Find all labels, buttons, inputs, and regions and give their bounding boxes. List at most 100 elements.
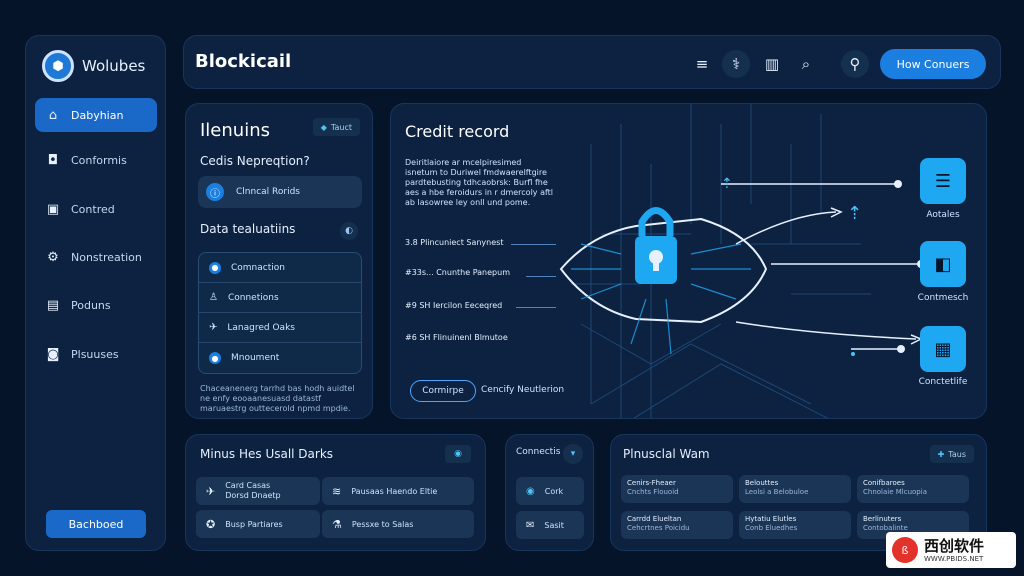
sidebar-item-conformis[interactable]: ◘ Conformis xyxy=(35,143,157,177)
feature-item: 3.8 Plincuniect Sanynest xyxy=(405,238,504,247)
svg-text:⇡: ⇡ xyxy=(847,203,862,224)
home-icon: ⌂ xyxy=(48,107,58,123)
row-label: Sasit xyxy=(544,520,564,530)
grid-cell[interactable]: Cenirs-Fheaer Cnchts Flouoid xyxy=(621,475,733,503)
card-item[interactable]: ✈ Card Casas Dorsd Dnaetp xyxy=(196,477,320,505)
menu-chip[interactable]: ◆ Tauct xyxy=(312,118,360,136)
settings-icon[interactable]: ◉ xyxy=(445,445,471,463)
card-label: Busp Partiares xyxy=(225,519,283,529)
expand-icon[interactable]: ◐ xyxy=(340,222,358,240)
gear-icon: ⚙ xyxy=(47,249,59,265)
hero-description: Deiritlaiore ar mcelpiresimed isnetum to… xyxy=(405,158,554,207)
cell-subtitle: Chnolaie Mlcuopia xyxy=(863,488,927,496)
bag-icon[interactable]: ◧ xyxy=(920,241,966,287)
sidebar-item-label: Plsuuses xyxy=(71,347,119,361)
card-item[interactable]: ⚗ Pessxe to Salas xyxy=(322,510,474,538)
logo-icon: ⬢ xyxy=(42,50,74,82)
list-item-label: Connetions xyxy=(227,292,279,303)
menu-title: Ilenuins xyxy=(200,120,270,141)
cell-title: Hytatiu Elutles xyxy=(745,515,797,523)
hero-title: Credit record xyxy=(405,122,510,141)
card-text: Card Casas Dorsd Dnaetp xyxy=(225,481,280,501)
grid-cell[interactable]: Belouttes Leolsi a Belobuloe xyxy=(739,475,851,503)
cell-title: Cenirs-Fheaer xyxy=(627,479,676,487)
dashboard-button[interactable]: Bachboed xyxy=(46,510,146,538)
card-item[interactable]: ✪ Busp Partiares xyxy=(196,510,320,538)
connect-row[interactable]: ◉ Cork xyxy=(516,477,584,505)
wifi-icon: ≋ xyxy=(332,484,342,498)
sidebar-item-nonstreation[interactable]: ⚙ Nonstreation xyxy=(35,240,157,274)
list-item-label: Lanagred Oaks xyxy=(227,322,295,333)
option-list: ● Comnaction ♙ Connetions ✈ Lanagred Oak… xyxy=(198,252,362,374)
page-title: Blockicail xyxy=(195,51,292,72)
feature-connector xyxy=(526,276,556,277)
cell-title: Carrdd Elueltan xyxy=(627,515,682,523)
user-icon[interactable]: ⚲ xyxy=(841,50,869,78)
grid-cell[interactable]: Carrdd Elueltan Cehcrtnes Poicidu xyxy=(621,511,733,539)
how-conuers-button[interactable]: How Conuers xyxy=(880,49,986,79)
sidebar-item-label: Nonstreation xyxy=(71,250,142,264)
selected-option[interactable]: ⓘ Clnncal Rorids xyxy=(198,176,362,208)
circuit-illustration: ⇡ ⇡ xyxy=(559,104,925,418)
menu-question: Cedis Nepreqtion? xyxy=(200,154,310,168)
user-icon: ● xyxy=(209,352,221,364)
person-icon: ♙ xyxy=(209,292,218,303)
activity-icon[interactable]: ⚕ xyxy=(722,50,750,78)
store-icon[interactable]: ▥ xyxy=(758,50,786,78)
list-item[interactable]: ● Mnoument xyxy=(199,343,361,373)
cell-subtitle: Cehcrtnes Poicidu xyxy=(627,524,690,532)
credit-record-panel: ⇡ ⇡ Credit record Deiritlaiore ar mcelpi… xyxy=(390,103,987,419)
grid-cell[interactable]: Conifbaroes Chnolaie Mlcuopia xyxy=(857,475,969,503)
tile-label: Aotales xyxy=(926,210,960,220)
mail-icon: ✉ xyxy=(526,519,535,531)
stack-icon[interactable]: ☰ xyxy=(920,158,966,204)
card-label: Card Casas xyxy=(225,481,271,490)
sidebar-item-label: Dabyhian xyxy=(71,108,124,122)
app-logo[interactable]: ⬢ Wolubes xyxy=(42,50,145,82)
feature-connector xyxy=(516,307,556,308)
sidebar-item-poduns[interactable]: ▤ Poduns xyxy=(35,288,157,322)
puzzle-icon: ✚ xyxy=(937,449,945,459)
menu-subtitle: Data tealuatiins xyxy=(200,222,296,236)
watermark-text: 西创软件 WWW.PBIDS.NET xyxy=(924,536,985,563)
cell-subtitle: Conb Eluedhes xyxy=(745,524,798,532)
watermark-url: WWW.PBIDS.NET xyxy=(924,554,984,563)
chevron-down-icon[interactable]: ▾ xyxy=(563,444,583,464)
watermark-logo-icon: ß xyxy=(892,537,918,563)
usall-darks-panel: Minus Hes Usall Darks ◉ ✈ Card Casas Dor… xyxy=(185,434,486,551)
cell-title: Conifbaroes xyxy=(863,479,905,487)
feature-item: #33s... Cnunthe Panepum xyxy=(405,268,510,277)
cell-title: Berlinuters xyxy=(863,515,902,523)
sidebar-item-dabyhian[interactable]: ⌂ Dabyhian xyxy=(35,98,157,132)
list-item[interactable]: ● Comnaction xyxy=(199,253,361,283)
tile-label: Contmesch xyxy=(917,293,969,303)
plane-icon: ✈ xyxy=(209,322,218,333)
top-bar: Blockicail ≡ ⚕ ▥ ⌕ ⚲ How Conuers xyxy=(183,35,1001,89)
sidebar-item-label: Conformis xyxy=(71,153,127,167)
list-item[interactable]: ✈ Lanagred Oaks xyxy=(199,313,361,343)
card-item[interactable]: ≋ Pausaas Haendo Eltie xyxy=(322,477,474,505)
menu-footnote: Chaceanenerg tarrhd bas hodh auidtel ne … xyxy=(200,384,355,413)
grid-cell[interactable]: Hytatiu Elutles Conb Eluedhes xyxy=(739,511,851,539)
check-icon: ● xyxy=(209,261,221,274)
flask-icon: ⚗ xyxy=(332,517,342,531)
connect-row[interactable]: ✉ Sasit xyxy=(516,511,584,539)
sidebar-item-plsuuses[interactable]: ◙ Plsuuses xyxy=(35,337,157,371)
section-title: Connectis xyxy=(516,447,561,457)
screen-icon: ▣ xyxy=(46,201,60,217)
compare-button[interactable]: Cormirpe xyxy=(410,380,476,402)
sidebar-item-label: Poduns xyxy=(71,298,111,312)
feature-connector xyxy=(511,244,556,245)
list-item[interactable]: ♙ Connetions xyxy=(199,283,361,313)
badge-icon: ✪ xyxy=(206,517,216,531)
section-tag[interactable]: ✚ Taus xyxy=(929,445,974,463)
chip-label: Tauct xyxy=(330,122,352,132)
verify-link[interactable]: Cencify Neutlerion xyxy=(481,385,564,395)
watermark-name: 西创软件 xyxy=(924,536,985,555)
building-icon[interactable]: ▦ xyxy=(920,326,966,372)
search-icon[interactable]: ⌕ xyxy=(792,50,820,78)
sidebar-item-contred[interactable]: ▣ Contred xyxy=(35,192,157,226)
svg-text:⇡: ⇡ xyxy=(721,176,733,192)
sidebar-item-label: Contred xyxy=(71,202,115,216)
menu-icon[interactable]: ≡ xyxy=(688,50,716,78)
